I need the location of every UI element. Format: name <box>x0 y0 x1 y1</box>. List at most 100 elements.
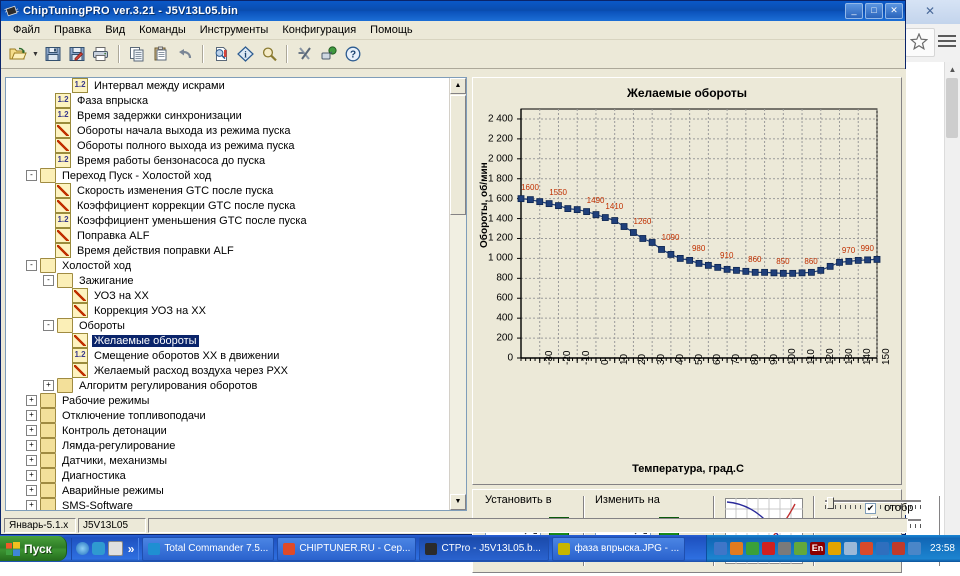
tree-scrollbar[interactable]: ▲ ▼ <box>449 78 466 510</box>
shield-icon[interactable] <box>745 542 759 555</box>
browser-scrollbar[interactable]: ▲ <box>944 62 960 535</box>
tree-expand-icon[interactable]: + <box>26 485 37 496</box>
tree-item[interactable]: Коэффициент коррекции GTC после пуска <box>6 198 452 213</box>
tree-item[interactable]: Желаемый расход воздуха через РХХ <box>6 363 452 378</box>
tree-expand-icon[interactable]: + <box>26 470 37 481</box>
tree-item[interactable]: + Алгоритм регулирования оборотов <box>6 378 452 393</box>
tree-item[interactable]: Скорость изменения GTC после пуска <box>6 183 452 198</box>
taskbar-task[interactable]: CHIPTUNER.RU - Сер... <box>277 536 417 561</box>
book-icon[interactable] <box>891 542 905 555</box>
tree-expand-icon[interactable]: + <box>26 500 37 510</box>
tree-expand-icon[interactable]: + <box>43 380 54 391</box>
tree-item[interactable]: + Отключение топливоподачи <box>6 408 452 423</box>
close-button[interactable]: ✕ <box>885 3 903 19</box>
tree-item[interactable]: 1.2 Интервал между искрами <box>6 78 452 93</box>
tree-item[interactable]: + Контроль детонации <box>6 423 452 438</box>
tree-item[interactable]: + SMS-Software <box>6 498 452 510</box>
browser-scroll-up-icon[interactable]: ▲ <box>945 62 960 77</box>
tree-item[interactable]: Поправка ALF <box>6 228 452 243</box>
window-titlebar[interactable]: ChipTuningPRO ver.3.21 - J5V13L05.bin _ … <box>1 1 905 21</box>
about-info-icon[interactable]: i <box>234 43 256 65</box>
hamburger-menu-icon[interactable] <box>938 32 956 50</box>
start-button[interactable]: Пуск <box>0 536 67 561</box>
menu-tools[interactable]: Инструменты <box>193 23 276 37</box>
menu-file[interactable]: Файл <box>6 23 47 37</box>
tree-item[interactable]: - Переход Пуск - Холостой ход <box>6 168 452 183</box>
open-dropdown-caret[interactable]: ▼ <box>31 43 40 65</box>
tree-scroll-up-icon[interactable]: ▲ <box>450 78 466 94</box>
monitor-icon[interactable] <box>875 542 889 555</box>
tree-item[interactable]: - Обороты <box>6 318 452 333</box>
tree-collapse-icon[interactable]: - <box>43 275 54 286</box>
tree-item[interactable]: 1.2 Коэффициент уменьшения GTC после пуск… <box>6 213 452 228</box>
tree-item[interactable]: Коррекция УОЗ на ХХ <box>6 303 452 318</box>
chevron-more-icon[interactable]: » <box>128 542 135 556</box>
tree-item[interactable]: 1.2 Фаза впрыска <box>6 93 452 108</box>
tree-item[interactable]: 1.2 Время работы бензонасоса до пуска <box>6 153 452 168</box>
display-checkbox[interactable]: ✔ <box>865 502 876 514</box>
tree-item[interactable]: Время действия поправки ALF <box>6 243 452 258</box>
tree-item[interactable]: + Датчики, механизмы <box>6 453 452 468</box>
parameter-tree-list[interactable]: 1.2 Интервал между искрами 1.2 Фаза впрыска… <box>6 78 452 510</box>
open-file-icon[interactable] <box>7 43 29 65</box>
tree-collapse-icon[interactable]: - <box>26 260 37 271</box>
tree-expand-icon[interactable]: + <box>26 395 37 406</box>
java-icon[interactable] <box>729 542 743 555</box>
tree-item[interactable]: Желаемые обороты <box>6 333 452 348</box>
tree-item[interactable]: Обороты полного выхода из режима пуска <box>6 138 452 153</box>
tree-scroll-thumb[interactable] <box>450 95 466 215</box>
tree-expand-icon[interactable]: + <box>26 425 37 436</box>
tree-collapse-icon[interactable]: - <box>43 320 54 331</box>
save-icon[interactable] <box>42 43 64 65</box>
tree-collapse-icon[interactable]: - <box>26 170 37 181</box>
tree-scroll-down-icon[interactable]: ▼ <box>450 494 466 510</box>
minimize-button[interactable]: _ <box>845 3 863 19</box>
update-icon[interactable] <box>827 542 841 555</box>
tree-item[interactable]: 1.2 Время задержки синхронизации <box>6 108 452 123</box>
network-icon[interactable] <box>318 43 340 65</box>
taskbar-clock[interactable]: 23:58 <box>930 543 955 554</box>
window-icon[interactable] <box>907 542 921 555</box>
tree-expand-icon[interactable]: + <box>26 455 37 466</box>
maximize-button[interactable]: □ <box>865 3 883 19</box>
print-icon[interactable] <box>90 43 112 65</box>
search-zoom-icon[interactable] <box>258 43 280 65</box>
star-icon[interactable] <box>905 28 935 57</box>
menu-view[interactable]: Вид <box>98 23 132 37</box>
tree-item[interactable]: УОЗ на ХХ <box>6 288 452 303</box>
undo-icon[interactable] <box>174 43 196 65</box>
save-as-icon[interactable] <box>66 43 88 65</box>
refresh-icon[interactable] <box>91 542 105 555</box>
tree-expand-icon[interactable]: + <box>26 440 37 451</box>
tree-item[interactable]: + Диагностика <box>6 468 452 483</box>
help-icon[interactable]: ? <box>342 43 364 65</box>
network-icon[interactable] <box>713 542 727 555</box>
tree-item[interactable]: - Зажигание <box>6 273 452 288</box>
browser-tab-close-icon[interactable]: ✕ <box>921 3 939 19</box>
language-indicator-icon[interactable]: En <box>809 542 825 555</box>
taskbar-task[interactable]: Total Commander 7.5... <box>142 536 275 561</box>
tree-expand-icon[interactable]: + <box>26 410 37 421</box>
document-info-icon[interactable] <box>210 43 232 65</box>
leaf-icon[interactable] <box>793 542 807 555</box>
volume-icon[interactable] <box>859 542 873 555</box>
tree-item[interactable]: Обороты начала выхода из режима пуска <box>6 123 452 138</box>
taskbar-task[interactable]: фаза впрыска.JPG - ... <box>552 536 686 561</box>
copy-icon[interactable] <box>126 43 148 65</box>
tree-item[interactable]: - Холостой ход <box>6 258 452 273</box>
tools-icon[interactable] <box>294 43 316 65</box>
save-icon[interactable] <box>107 541 123 556</box>
scan-icon[interactable] <box>777 542 791 555</box>
menu-help[interactable]: Помощь <box>363 23 420 37</box>
messenger-icon[interactable] <box>843 542 857 555</box>
tree-item[interactable]: + Рабочие режимы <box>6 393 452 408</box>
parameter-tree-panel[interactable]: 1.2 Интервал между искрами 1.2 Фаза впрыска… <box>5 77 467 511</box>
menu-edit[interactable]: Правка <box>47 23 98 37</box>
tree-item[interactable]: + Лямда-регулирование <box>6 438 452 453</box>
menu-configuration[interactable]: Конфигурация <box>275 23 363 37</box>
internet-explorer-icon[interactable] <box>75 542 89 555</box>
chart-plot-area[interactable]: Обороты, об/мин Температура, град.С 0 200… <box>473 78 903 486</box>
browser-scroll-thumb[interactable] <box>946 78 958 138</box>
slider-1-knob[interactable] <box>827 497 834 509</box>
menu-commands[interactable]: Команды <box>132 23 193 37</box>
